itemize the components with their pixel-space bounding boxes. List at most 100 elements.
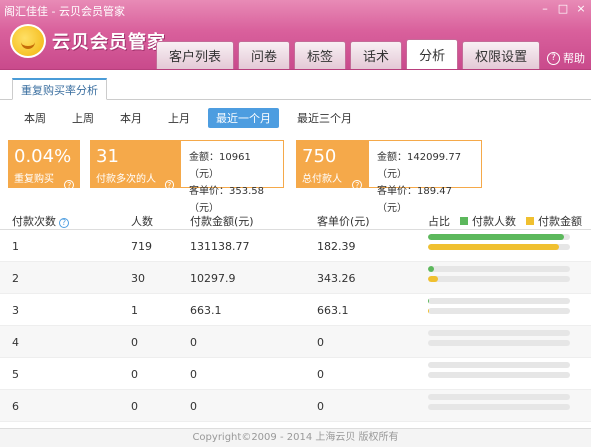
- header-people: 人数: [131, 215, 153, 228]
- tab-tags[interactable]: 标签: [294, 41, 347, 69]
- people-ratio-fill: [428, 234, 565, 240]
- header-times: 付款次数?: [12, 213, 69, 229]
- period-filter: 本周 上周 本月 上月 最近一个月 最近三个月: [16, 108, 370, 128]
- people-ratio-bar: [428, 298, 570, 304]
- people-ratio-bar: [428, 266, 570, 272]
- minimize-button[interactable]: –: [539, 2, 551, 15]
- question-icon[interactable]: ?: [59, 217, 69, 228]
- cell-people: 30: [131, 272, 145, 285]
- header-ratio: 占比 付款人数 付款金额: [428, 213, 582, 229]
- people-ratio-fill: [428, 266, 434, 272]
- question-icon[interactable]: ?: [64, 180, 74, 190]
- period-this-week[interactable]: 本周: [16, 108, 54, 128]
- header-ratio-label: 占比: [428, 215, 450, 228]
- cell-avg: 182.39: [317, 240, 356, 253]
- mascot-icon: [10, 24, 46, 58]
- cell-amount: 663.1: [190, 304, 222, 317]
- cell-people: 1: [131, 304, 138, 317]
- amount-ratio-bar: [428, 372, 570, 378]
- repeat-buyers-card: 31 付款多次的人数?: [90, 140, 180, 200]
- cell-times: 1: [12, 240, 19, 253]
- tab-repeat-purchase-analysis[interactable]: 重复购买率分析: [12, 78, 107, 100]
- tab-questionnaire[interactable]: 问卷: [238, 41, 291, 69]
- app-logo: 云贝会员管家: [10, 24, 166, 58]
- cell-avg: 0: [317, 400, 324, 413]
- question-icon[interactable]: ?: [164, 180, 174, 190]
- period-recent-month[interactable]: 最近一个月: [208, 108, 279, 128]
- total-buyers-card: 750 总付款人数?: [296, 140, 368, 200]
- maximize-button[interactable]: □: [557, 2, 569, 15]
- window-controls: – □ ×: [539, 2, 587, 15]
- help-button[interactable]: ? 帮助: [547, 50, 585, 66]
- period-last-week[interactable]: 上周: [64, 108, 102, 128]
- table-row: 1 719 131138.77 182.39: [0, 230, 591, 262]
- total-buyers-label: 总付款人数: [302, 174, 342, 200]
- legend-amount-swatch: [526, 217, 534, 225]
- repeat-amount: 金额：10961（元）: [189, 152, 251, 180]
- table-row: 6 0 0 0: [0, 390, 591, 422]
- period-last-month[interactable]: 上月: [160, 108, 198, 128]
- amount-ratio-fill: [428, 276, 439, 282]
- cell-times: 2: [12, 272, 19, 285]
- header-times-label: 付款次数: [12, 215, 56, 228]
- repeat-buyers-detail: 金额：10961（元） 客单价：353.58（元）: [180, 140, 284, 214]
- cell-people: 0: [131, 336, 138, 349]
- cell-people: 0: [131, 400, 138, 413]
- cell-avg: 663.1: [317, 304, 349, 317]
- people-ratio-bar: [428, 234, 570, 240]
- cell-avg: 343.26: [317, 272, 356, 285]
- cell-times: 6: [12, 400, 19, 413]
- table-row: 2 30 10297.9 343.26: [0, 262, 591, 294]
- total-amount: 金额：142099.77（元）: [377, 152, 462, 180]
- tab-analysis[interactable]: 分析: [406, 39, 459, 69]
- cell-people: 719: [131, 240, 152, 253]
- window-title: 阁汇佳佳 - 云贝会员管家: [4, 5, 125, 18]
- amount-ratio-bar: [428, 276, 570, 282]
- amount-ratio-fill: [428, 244, 560, 250]
- amount-ratio-bar: [428, 340, 570, 346]
- cell-amount: 0: [190, 400, 197, 413]
- repeat-buyers-label: 付款多次的人数: [96, 174, 156, 200]
- tab-customer-list[interactable]: 客户列表: [156, 41, 235, 69]
- total-buyers-detail: 金额：142099.77（元） 客单价：189.47（元）: [368, 140, 482, 214]
- legend-people-label: 付款人数: [472, 215, 516, 228]
- people-ratio-bar: [428, 330, 570, 336]
- tab-permissions[interactable]: 权限设置: [462, 41, 541, 69]
- cell-avg: 0: [317, 368, 324, 381]
- header-amount: 付款金额(元): [190, 215, 254, 228]
- amount-ratio-fill: [428, 308, 429, 314]
- cell-amount: 0: [190, 368, 197, 381]
- question-icon[interactable]: ?: [352, 180, 362, 190]
- table-row: 5 0 0 0: [0, 358, 591, 390]
- amount-ratio-bar: [428, 404, 570, 410]
- tab-scripts[interactable]: 话术: [350, 41, 403, 69]
- cell-amount: 131138.77: [190, 240, 250, 253]
- app-name: 云贝会员管家: [52, 32, 166, 53]
- people-ratio-bar: [428, 394, 570, 400]
- repeat-rate-label: 重复购买率: [14, 174, 54, 200]
- help-label: 帮助: [563, 52, 585, 65]
- main-tabs: 客户列表 问卷 标签 话术 分析 权限设置: [156, 39, 541, 69]
- cell-avg: 0: [317, 336, 324, 349]
- legend-people-swatch: [460, 217, 468, 225]
- people-ratio-bar: [428, 362, 570, 368]
- total-buyers-value: 750: [302, 146, 337, 167]
- cell-times: 3: [12, 304, 19, 317]
- close-button[interactable]: ×: [575, 2, 587, 15]
- app-header: 阁汇佳佳 - 云贝会员管家 – □ × 云贝会员管家 客户列表 问卷 标签 话术…: [0, 0, 591, 70]
- sub-tab-bar: 重复购买率分析: [0, 70, 591, 100]
- amount-ratio-bar: [428, 244, 570, 250]
- table-row: 3 1 663.1 663.1: [0, 294, 591, 326]
- cell-times: 5: [12, 368, 19, 381]
- legend-amount-label: 付款金额: [538, 215, 582, 228]
- cell-people: 0: [131, 368, 138, 381]
- copyright-footer: Copyright©2009 - 2014 上海云贝 版权所有: [0, 428, 591, 447]
- cell-times: 4: [12, 336, 19, 349]
- cell-amount: 10297.9: [190, 272, 236, 285]
- header-avg: 客单价(元): [317, 215, 370, 228]
- period-this-month[interactable]: 本月: [112, 108, 150, 128]
- amount-ratio-bar: [428, 308, 570, 314]
- table-row: 4 0 0 0: [0, 326, 591, 358]
- period-recent-three-months[interactable]: 最近三个月: [289, 108, 360, 128]
- help-icon: ?: [547, 51, 560, 65]
